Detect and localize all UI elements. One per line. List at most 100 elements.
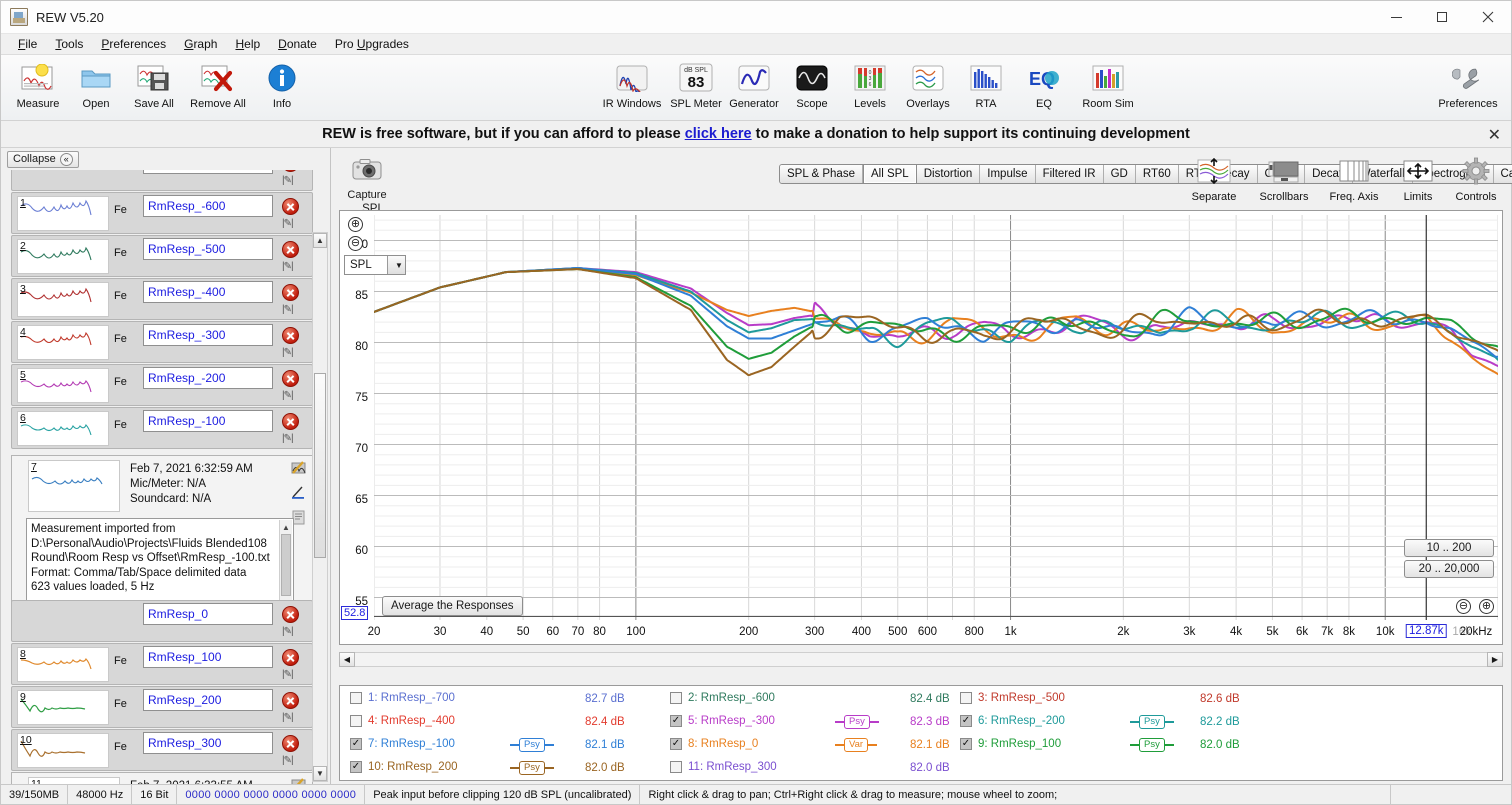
scrollbar-thumb[interactable] [314, 373, 326, 558]
remove-all-button[interactable]: Remove All [183, 55, 253, 110]
legend-item[interactable]: ✓ 10: RmResp_200 [350, 761, 458, 773]
plot-region[interactable] [374, 215, 1498, 620]
list-item[interactable]: 4 Fe |✎| [1, 321, 313, 364]
edit-measurement-icon[interactable]: |✎| [282, 175, 294, 186]
edit-measurement-icon[interactable]: |✎| [282, 626, 294, 637]
tab-spl-and-phase[interactable]: SPL & Phase [780, 165, 863, 183]
edit-measurement-icon[interactable]: |✎| [282, 755, 294, 766]
x-zoom-in-button[interactable]: ⊕ [1479, 599, 1494, 614]
delete-measurement-button[interactable] [282, 692, 299, 709]
legend-checkbox[interactable] [960, 692, 972, 704]
list-item[interactable]: |✎| [1, 600, 313, 643]
limits-button[interactable]: Limits [1389, 148, 1447, 203]
list-item[interactable]: |✎| [1, 170, 313, 192]
save-all-button[interactable]: Save All [125, 55, 183, 110]
legend-item[interactable]: ✓ 8: RmResp_0 [670, 738, 758, 750]
legend-checkbox[interactable] [350, 715, 362, 727]
menu-donate[interactable]: Donate [269, 35, 326, 53]
average-responses-button[interactable]: Average the Responses [382, 596, 523, 616]
legend-item[interactable]: ✓ 7: RmResp_-100 [350, 738, 455, 750]
legend-item[interactable]: ✓ 9: RmResp_100 [960, 738, 1061, 750]
legend-smoothing-tag[interactable]: Psy [835, 715, 879, 729]
tab-all-spl[interactable]: All SPL [862, 165, 917, 183]
menu-help[interactable]: Help [226, 35, 269, 53]
close-button[interactable] [1465, 1, 1511, 34]
donation-link[interactable]: click here [685, 126, 752, 142]
delete-measurement-button[interactable] [282, 370, 299, 387]
scroll-left-button[interactable]: ◀ [339, 652, 355, 667]
scope-button[interactable]: Scope [783, 55, 841, 110]
chart-area[interactable]: 9085807570656055 52.8 ⊕ ⊖ SPL ▼ Average … [339, 210, 1503, 645]
list-item[interactable]: 2 Fe |✎| [1, 235, 313, 278]
preferences-button[interactable]: Preferences [1433, 55, 1503, 110]
notes-scrollbar[interactable]: ▲ [279, 520, 292, 600]
measurement-list[interactable]: |✎| 1 Fe |✎| 2 [1, 170, 330, 784]
legend-tag-label[interactable]: Psy [844, 715, 870, 729]
legend-item[interactable]: 11: RmResp_300 [670, 761, 777, 773]
legend-tag-label[interactable]: Psy [1139, 715, 1165, 729]
legend-checkbox[interactable]: ✓ [350, 761, 362, 773]
list-item[interactable]: 1 Fe |✎| [1, 192, 313, 235]
legend-checkbox[interactable]: ✓ [350, 738, 362, 750]
delete-measurement-button[interactable] [282, 606, 299, 623]
legend-item[interactable]: 4: RmResp_-400 [350, 715, 455, 727]
collapse-button[interactable]: Collapse « [7, 150, 79, 168]
measurement-name-input[interactable] [143, 603, 273, 625]
delete-measurement-button[interactable] [282, 198, 299, 215]
menu-preferences[interactable]: Preferences [92, 35, 175, 53]
scroll-right-button[interactable]: ▶ [1487, 652, 1503, 667]
open-button[interactable]: Open [67, 55, 125, 110]
list-item[interactable]: 8 Fe |✎| [1, 643, 313, 686]
measurement-name-input[interactable] [143, 324, 273, 346]
tab-filtered-ir[interactable]: Filtered IR [1035, 165, 1104, 183]
legend-smoothing-tag[interactable]: Psy [1130, 738, 1174, 752]
edit-measurement-icon[interactable]: |✎| [282, 433, 294, 444]
list-item[interactable]: 5 Fe |✎| [1, 364, 313, 407]
legend-checkbox[interactable]: ✓ [670, 715, 682, 727]
horizontal-scrollbar[interactable]: ◀ ▶ [339, 652, 1503, 667]
measurement-name-input[interactable] [143, 732, 273, 754]
measurement-name-input[interactable] [143, 170, 273, 174]
capture-button[interactable]: Capture SPL [341, 148, 393, 215]
banner-close-icon[interactable]: ✕ [1488, 125, 1501, 145]
y-zoom-in-button[interactable]: ⊕ [348, 217, 363, 232]
tab-impulse[interactable]: Impulse [980, 165, 1036, 183]
menu-file[interactable]: File [9, 35, 46, 53]
controls-button[interactable]: Controls [1447, 148, 1505, 203]
menu-pro-upgrades[interactable]: Pro Upgrades [326, 35, 418, 53]
legend-tag-label[interactable]: Psy [519, 761, 545, 775]
legend-item[interactable]: 3: RmResp_-500 [960, 692, 1065, 704]
tab-gd[interactable]: GD [1103, 165, 1136, 183]
delete-measurement-button[interactable] [282, 413, 299, 430]
spl-meter-button[interactable]: dB SPL 83 SPL Meter [667, 55, 725, 110]
rta-button[interactable]: RTA [957, 55, 1015, 110]
measurement-name-input[interactable] [143, 646, 273, 668]
info-button[interactable]: Info [253, 55, 311, 110]
legend-checkbox[interactable]: ✓ [670, 738, 682, 750]
legend-item[interactable]: 2: RmResp_-600 [670, 692, 775, 704]
levels-button[interactable]: 0 3 6 Levels [841, 55, 899, 110]
y-zoom-out-button[interactable]: ⊖ [348, 236, 363, 251]
edit-measurement-icon[interactable]: |✎| [282, 261, 294, 272]
maximize-button[interactable] [1419, 1, 1465, 34]
generator-button[interactable]: Generator [725, 55, 783, 110]
eq-button[interactable]: EQ EQ [1015, 55, 1073, 110]
legend-smoothing-tag[interactable]: Psy [510, 738, 554, 752]
expanded-measurement-card[interactable]: 7 20 20.0k Feb 7, 2021 6:32:59 AM Mic/Me… [11, 455, 313, 607]
legend-tag-label[interactable]: Psy [1139, 738, 1165, 752]
pencil-icon[interactable] [291, 485, 306, 503]
ir-windows-button[interactable]: IR Windows [597, 55, 667, 110]
x-axis-cursor-label[interactable]: 12.87k [1406, 624, 1447, 638]
list-item[interactable]: 6 Fe |✎| [1, 407, 313, 450]
edit-measurement-icon[interactable]: |✎| [282, 347, 294, 358]
range-10-200-button[interactable]: 10 .. 200 [1404, 539, 1494, 557]
legend-checkbox[interactable]: ✓ [960, 738, 972, 750]
list-item[interactable]: 3 Fe |✎| [1, 278, 313, 321]
legend-item[interactable]: ✓ 6: RmResp_-200 [960, 715, 1065, 727]
separate-traces-button[interactable]: Separate [1179, 148, 1249, 203]
legend-item[interactable]: 1: RmResp_-700 [350, 692, 455, 704]
range-20-20000-button[interactable]: 20 .. 20,000 [1404, 560, 1494, 578]
legend-item[interactable]: ✓ 5: RmResp_-300 [670, 715, 775, 727]
menu-tools[interactable]: Tools [46, 35, 92, 53]
legend-checkbox[interactable]: ✓ [960, 715, 972, 727]
